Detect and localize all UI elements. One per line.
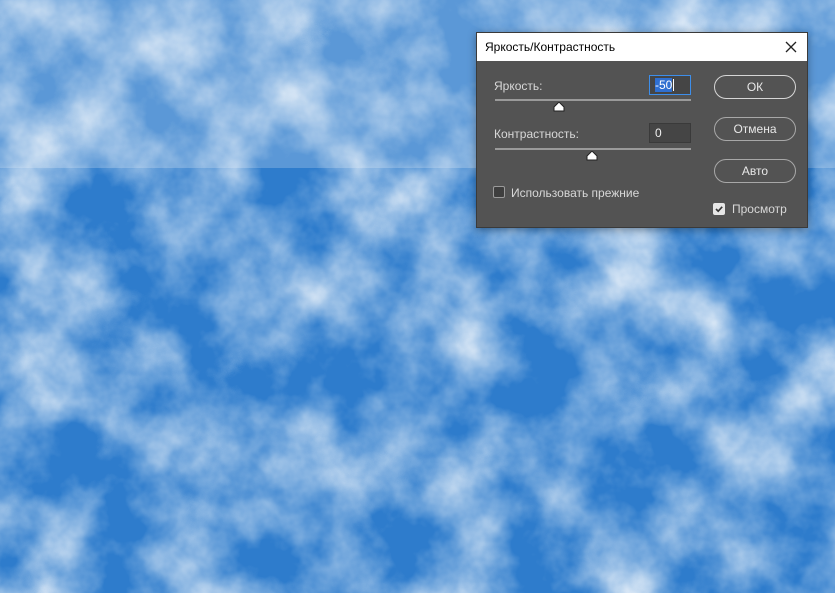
brightness-contrast-dialog: Яркость/Контрастность Яркость: -50 Контр… [476,32,808,228]
contrast-label: Контрастность: [494,127,580,141]
auto-button-label: Авто [741,164,769,178]
contrast-value: 0 [655,126,662,140]
brightness-value: -50 [655,78,673,92]
text-caret [673,79,675,91]
use-legacy-checkbox[interactable] [493,186,505,198]
checkmark-icon [715,206,723,213]
brightness-slider-track[interactable] [495,99,691,101]
ok-button-label: ОК [746,80,764,94]
cancel-button-label: Отмена [733,122,777,136]
contrast-input[interactable]: 0 [649,123,691,143]
brightness-slider-thumb[interactable] [553,102,565,112]
dialog-title: Яркость/Контрастность [485,40,616,54]
close-icon[interactable] [781,37,801,57]
cancel-button[interactable]: Отмена [714,117,796,141]
preview-checkbox[interactable] [713,203,725,215]
auto-button[interactable]: Авто [714,159,796,183]
brightness-label: Яркость: [494,79,543,93]
preview-label: Просмотр [732,202,787,216]
contrast-slider-track[interactable] [495,148,691,150]
contrast-slider-thumb[interactable] [586,151,598,161]
brightness-input[interactable]: -50 [649,75,691,95]
use-legacy-label: Использовать прежние [511,186,640,200]
dialog-titlebar[interactable]: Яркость/Контрастность [477,33,807,61]
ok-button[interactable]: ОК [714,75,796,99]
